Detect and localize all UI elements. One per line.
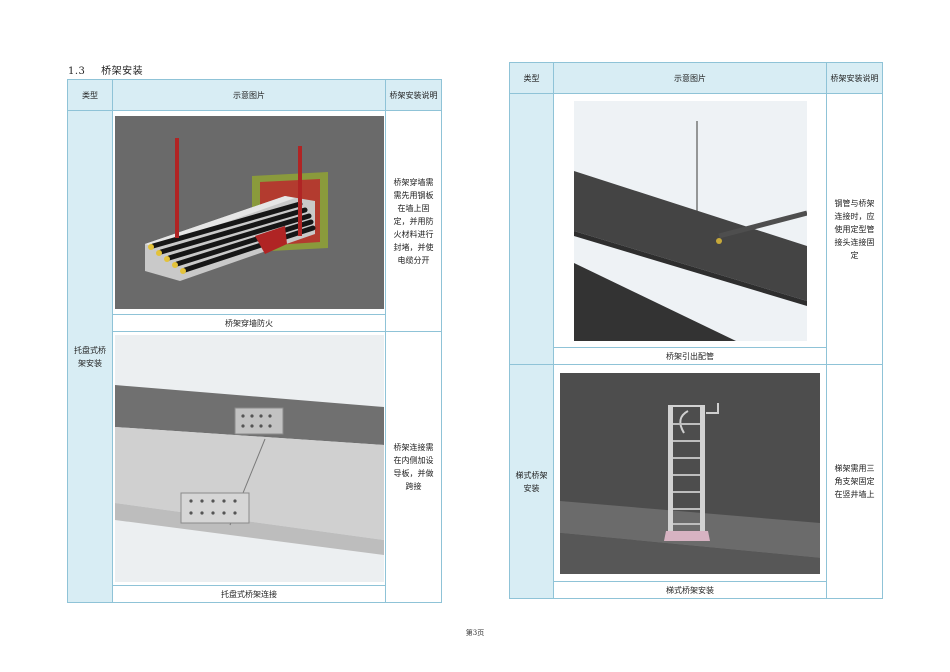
tray-connection-illustration [114,335,384,582]
type-cell-ladder: 梯式桥架安装 [509,364,554,599]
header-desc: 桥架安装说明 [385,79,442,111]
image-cell [112,110,386,315]
conduit-outlet-illustration [573,100,807,341]
header-image: 示意图片 [112,79,386,111]
header-desc: 桥架安装说明 [826,62,883,94]
image-caption: 桥架穿墙防火 [112,314,386,332]
left-install-table: 类型 示意图片 桥架安装说明 托盘式桥架安装 桥架穿墙需需先用钢板在墙上固定，并… [67,79,442,603]
table-row: 钢管与桥架连接时，应使用定型管接头连接固定 [509,93,883,365]
image-cell [112,331,386,586]
table-header-row: 类型 示意图片 桥架安装说明 [509,62,883,94]
ladder-tray-illustration [560,372,820,574]
desc-cell: 钢管与桥架连接时，应使用定型管接头连接固定 [826,93,883,365]
caption-row: 桥架穿墙防火 [68,314,442,332]
header-image: 示意图片 [553,62,827,94]
table-row: 梯式桥架安装 梯架需用三角支架固定在竖井墙上 [509,364,883,599]
image-cell [553,93,827,348]
type-cell-tray: 托盘式桥架安装 [67,110,113,603]
page-number: 第3页 [465,629,485,637]
image-caption: 桥架引出配管 [553,347,827,365]
section-title: 1.3 桥架安装 [68,62,143,77]
image-caption: 梯式桥架安装 [553,581,827,599]
type-cell-empty [509,93,554,365]
image-caption: 托盘式桥架连接 [112,585,386,603]
section-number: 1.3 [68,66,86,77]
table-header-row: 类型 示意图片 桥架安装说明 [67,79,442,111]
image-cell [553,364,827,582]
caption-row: 托盘式桥架连接 [68,585,442,603]
header-type: 类型 [67,79,113,111]
right-install-table: 类型 示意图片 桥架安装说明 钢管与桥架连接时，应使用定型管接头连接固定 桥架引… [509,62,883,599]
desc-cell: 梯架需用三角支架固定在竖井墙上 [826,364,883,599]
wall-penetration-illustration [114,116,384,309]
table-row: 托盘式桥架安装 桥架穿墙需需先用钢板在墙上固定，并用防火材料进行封堵，并使电缆分… [67,110,442,603]
desc-cell: 桥架穿墙需需先用钢板在墙上固定，并用防火材料进行封堵，并使电缆分开 [385,110,442,332]
section-heading: 桥架安装 [101,66,144,77]
desc-cell: 桥架连接需在内侧加设导板，并做跨接 [385,331,442,603]
header-type: 类型 [509,62,554,94]
table-row: 桥架连接需在内侧加设导板，并做跨接 [68,331,442,603]
